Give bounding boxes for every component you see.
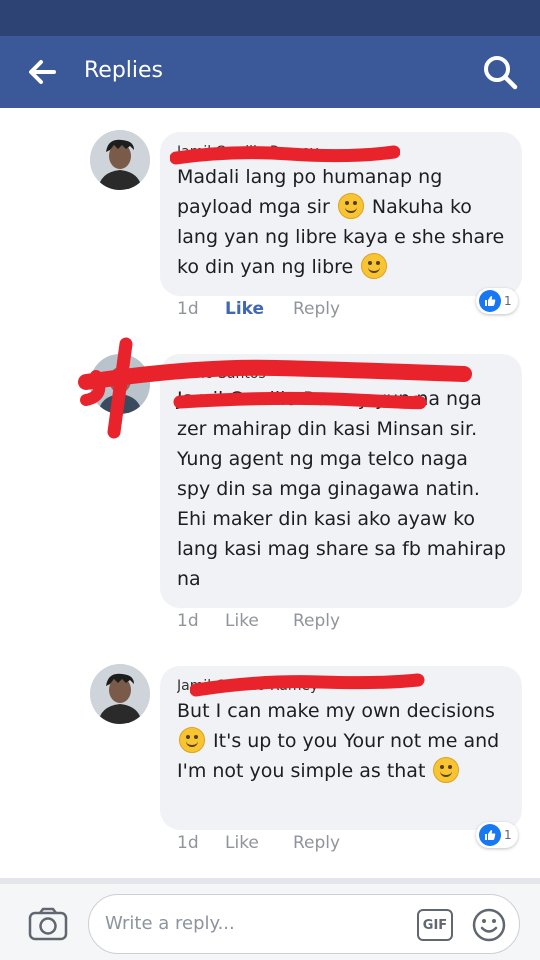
camera-button[interactable] xyxy=(28,907,68,941)
app-bar: Replies xyxy=(0,36,540,108)
like-thumb-icon xyxy=(479,824,501,846)
reaction-badge[interactable]: 1 xyxy=(476,822,518,848)
back-arrow-icon xyxy=(29,60,56,84)
search-button[interactable] xyxy=(480,52,520,92)
reaction-count: 1 xyxy=(504,828,512,842)
reaction-count: 1 xyxy=(504,294,512,308)
reply-placeholder: Write a reply... xyxy=(105,913,235,934)
smiley-emoji-icon xyxy=(337,193,364,219)
smiley-emoji-icon xyxy=(361,253,388,279)
comment-bubble[interactable]: Jamil Carrillo Ramey Madali lang po huma… xyxy=(160,132,522,296)
comment-actions: 1d Like Reply xyxy=(177,608,340,634)
comment-actions: 1d Like Reply xyxy=(177,296,340,322)
smiley-emoji-icon xyxy=(433,757,460,783)
comment-author[interactable]: Jamil Carrillo Ramey xyxy=(177,142,506,162)
avatar[interactable] xyxy=(90,130,150,190)
back-button[interactable] xyxy=(24,54,60,90)
comment-time: 1d xyxy=(177,299,199,319)
status-bar xyxy=(0,0,540,36)
like-button[interactable]: Like xyxy=(225,833,293,853)
like-thumb-icon xyxy=(479,290,501,312)
avatar-photo-icon xyxy=(90,664,150,724)
comment-author[interactable]: Jamil Carrillo Ramey xyxy=(177,676,506,696)
avatar[interactable] xyxy=(90,354,150,414)
reply-input[interactable]: Write a reply... GIF xyxy=(88,894,520,954)
comment-time: 1d xyxy=(177,611,199,631)
avatar[interactable] xyxy=(90,664,150,724)
avatar-photo-icon xyxy=(90,354,150,414)
smiley-emoji-icon xyxy=(179,727,205,753)
replies-thread[interactable]: Jamil Carrillo Ramey Madali lang po huma… xyxy=(0,108,540,878)
like-button[interactable]: Like xyxy=(225,299,293,319)
reply-button[interactable]: Reply xyxy=(293,299,340,319)
gif-button[interactable]: GIF xyxy=(417,909,453,941)
comment-bubble[interactable]: Jamil Carrillo Ramey But I can make my o… xyxy=(160,666,522,830)
search-icon xyxy=(484,56,518,90)
comment-bubble[interactable]: Carlo Santos Jamil Carrillo Ramey yun na… xyxy=(160,354,522,608)
comment-text: Jamil Carrillo Ramey yun na nga zer mahi… xyxy=(177,388,506,590)
comment-text-part: But I can make my own decisions xyxy=(177,700,495,722)
like-button[interactable]: Like xyxy=(225,611,293,631)
avatar-photo-icon xyxy=(90,130,150,190)
comment-actions: 1d Like Reply xyxy=(177,830,340,856)
reply-button[interactable]: Reply xyxy=(293,611,340,631)
comment-author[interactable]: Carlo Santos xyxy=(177,364,506,384)
reaction-badge[interactable]: 1 xyxy=(476,288,518,314)
reply-button[interactable]: Reply xyxy=(293,833,340,853)
reply-composer: Write a reply... GIF xyxy=(0,878,540,960)
page-title: Replies xyxy=(84,58,164,83)
comment-text: Madali lang po humanap ng payload mga si… xyxy=(177,162,506,282)
emoji-button[interactable] xyxy=(471,907,507,943)
camera-icon xyxy=(28,907,68,941)
comment-text: But I can make my own decisions It's up … xyxy=(177,696,506,786)
comment-time: 1d xyxy=(177,833,199,853)
emoji-icon xyxy=(472,908,506,942)
